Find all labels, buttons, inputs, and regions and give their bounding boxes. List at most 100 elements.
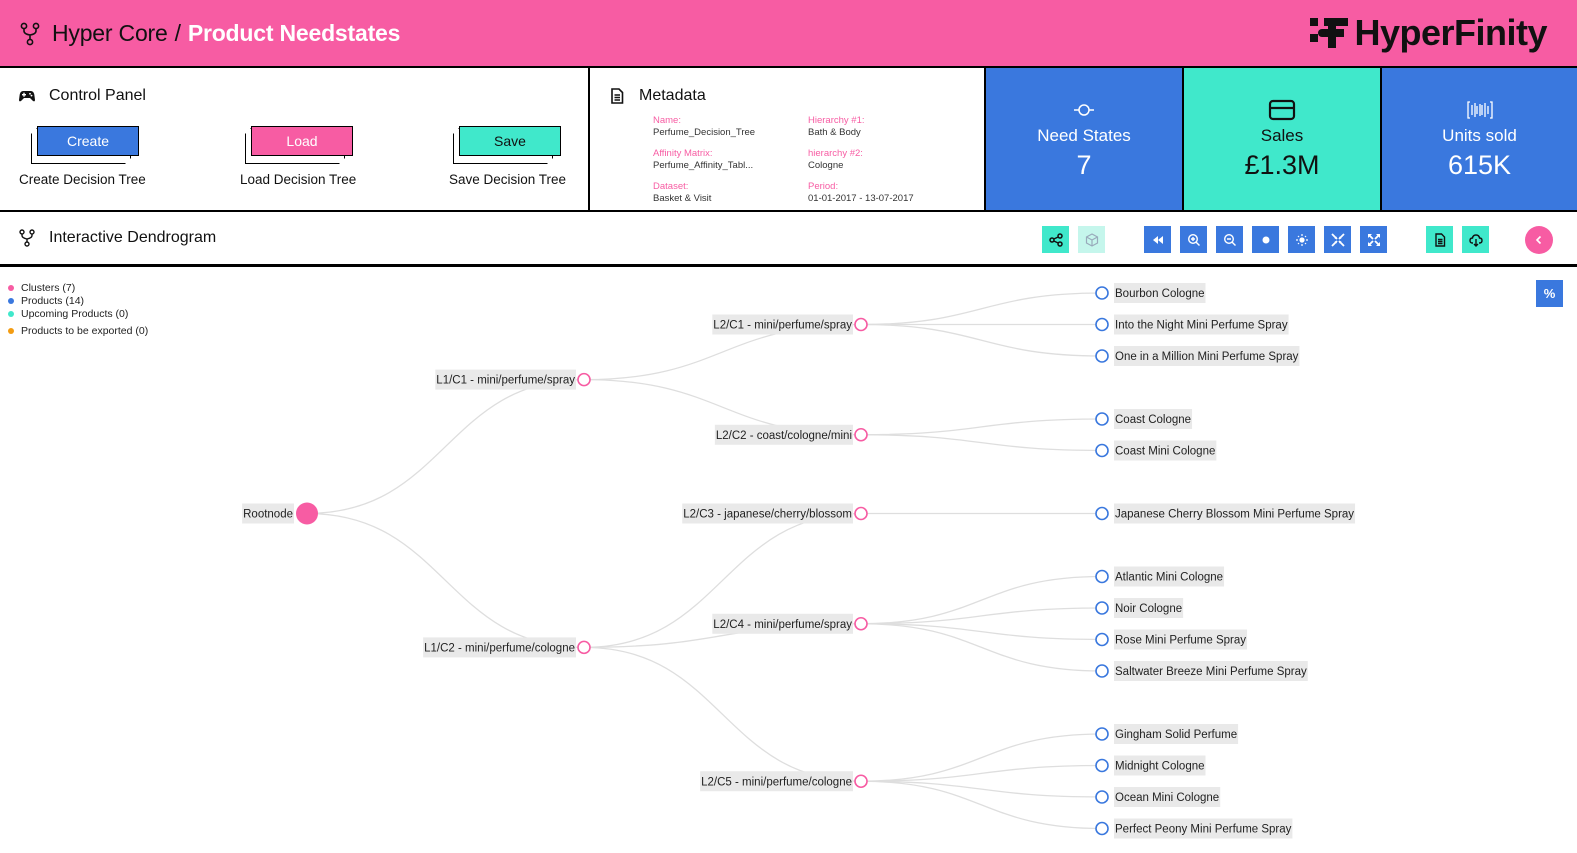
- collapse-button[interactable]: [1324, 226, 1351, 253]
- zoom-in-icon: [1187, 233, 1200, 246]
- cluster-node-circle[interactable]: [577, 372, 591, 387]
- metadata-title: Metadata: [609, 87, 706, 105]
- cluster-node-circle[interactable]: [854, 427, 868, 442]
- product-node-circle[interactable]: [1095, 286, 1109, 300]
- cluster-node-circle[interactable]: [577, 640, 591, 655]
- cluster-node[interactable]: L1/C2 - mini/perfume/cologne: [423, 637, 591, 658]
- create-button-wrap: Create: [31, 126, 139, 160]
- back-button[interactable]: [1525, 226, 1553, 254]
- kpi-label: Need States: [1037, 126, 1131, 145]
- node-label: Atlantic Mini Cologne: [1115, 572, 1223, 584]
- control-panel-title: Control Panel: [19, 87, 146, 105]
- product-node[interactable]: Coast Cologne: [1095, 409, 1193, 429]
- product-node[interactable]: Perfect Peony Mini Perfume Spray: [1095, 818, 1293, 839]
- product-node-circle[interactable]: [1095, 349, 1109, 363]
- cluster-node-circle[interactable]: [854, 506, 868, 521]
- product-node-circle[interactable]: [1095, 727, 1109, 741]
- cluster-node-circle[interactable]: [854, 774, 868, 789]
- package-button[interactable]: [1078, 226, 1105, 253]
- crosshair-icon: [1295, 233, 1308, 246]
- cluster-node[interactable]: L1/C1 - mini/perfume/spray: [435, 369, 591, 390]
- node-label: L1/C1 - mini/perfume/spray: [436, 375, 575, 387]
- branch-icon: [19, 229, 35, 247]
- tree-link: [583, 646, 862, 782]
- product-node[interactable]: Ocean Mini Cologne: [1095, 787, 1221, 807]
- product-node[interactable]: Japanese Cherry Blossom Mini Perfume Spr…: [1095, 503, 1356, 524]
- kpi-value: 7: [1076, 150, 1092, 180]
- focus-button[interactable]: [1288, 226, 1315, 253]
- cluster-node[interactable]: L2/C2 - coast/cologne/mini: [714, 424, 868, 445]
- cluster-node-circle[interactable]: [296, 502, 318, 525]
- cluster-node-circle[interactable]: [854, 317, 868, 332]
- rewind-icon: [1152, 235, 1163, 244]
- cluster-node[interactable]: L2/C1 - mini/perfume/spray: [712, 314, 868, 335]
- product-node[interactable]: Bourbon Cologne: [1095, 283, 1206, 303]
- load-button[interactable]: Load: [251, 126, 353, 156]
- dot-icon: [1262, 236, 1269, 243]
- brand-logo: HyperFinity: [1310, 12, 1547, 54]
- tree-link: [860, 323, 1103, 357]
- create-caption: Create Decision Tree: [19, 172, 146, 187]
- kpi-need-states: Need States 7: [986, 68, 1184, 210]
- breadcrumb-root[interactable]: Hyper Core: [52, 20, 168, 47]
- node-icon: [1074, 104, 1094, 116]
- root-node[interactable]: Rootnode: [242, 502, 318, 525]
- cluster-node[interactable]: L2/C5 - mini/perfume/cologne: [700, 771, 868, 792]
- product-node-circle[interactable]: [1095, 790, 1109, 804]
- cloud-download-icon: [1468, 233, 1483, 247]
- zoom-out-icon: [1223, 233, 1236, 246]
- kpi-label: Sales: [1260, 126, 1304, 145]
- node-label: Rootnode: [243, 509, 293, 521]
- product-node[interactable]: Noir Cologne: [1095, 598, 1184, 618]
- product-node-circle[interactable]: [1095, 317, 1109, 332]
- save-button[interactable]: Save: [459, 126, 561, 156]
- node-label: Coast Cologne: [1115, 414, 1191, 426]
- node-label: Coast Mini Cologne: [1115, 446, 1215, 458]
- share-button[interactable]: [1042, 226, 1069, 253]
- metadata-field: Name: Perfume_Decision_Tree: [653, 115, 756, 138]
- product-node[interactable]: Rose Mini Perfume Spray: [1095, 629, 1248, 650]
- product-node-circle[interactable]: [1095, 506, 1109, 521]
- expand-button[interactable]: [1360, 226, 1387, 253]
- load-caption: Load Decision Tree: [240, 172, 357, 187]
- zoom-out-button[interactable]: [1216, 226, 1243, 253]
- cluster-node[interactable]: L2/C4 - mini/perfume/spray: [712, 613, 868, 634]
- product-node[interactable]: Saltwater Breeze Mini Perfume Spray: [1095, 661, 1308, 681]
- tree-link: [860, 623, 1103, 672]
- product-node-circle[interactable]: [1095, 821, 1109, 836]
- dendrogram-canvas[interactable]: Rootnode L1/C1 - mini/perfume/spray L2/C1 …: [0, 270, 1577, 853]
- metadata-field: hierarchy #2: Cologne: [808, 148, 863, 171]
- product-node-circle[interactable]: [1095, 758, 1109, 773]
- product-node[interactable]: One in a Million Mini Perfume Spray: [1095, 346, 1300, 366]
- tree-link: [860, 623, 1103, 641]
- cluster-node-circle[interactable]: [854, 616, 868, 631]
- rewind-button[interactable]: [1144, 226, 1171, 253]
- product-node-circle[interactable]: [1095, 664, 1109, 678]
- product-node[interactable]: Into the Night Mini Perfume Spray: [1095, 314, 1289, 335]
- product-node[interactable]: Gingham Solid Perfume: [1095, 724, 1239, 744]
- create-button[interactable]: Create: [37, 126, 139, 156]
- product-node[interactable]: Midnight Cologne: [1095, 755, 1206, 776]
- zoom-in-button[interactable]: [1180, 226, 1207, 253]
- product-node-circle[interactable]: [1095, 601, 1109, 615]
- product-node-circle[interactable]: [1095, 632, 1109, 647]
- metadata-panel: Metadata Name: Perfume_Decision_Tree Hie…: [590, 68, 986, 210]
- node-label: Gingham Solid Perfume: [1115, 729, 1237, 741]
- cluster-node[interactable]: L2/C3 - japanese/cherry/blossom: [682, 503, 868, 524]
- center-button[interactable]: [1252, 226, 1279, 253]
- metadata-field: Period: 01-01-2017 - 13-07-2017: [808, 181, 914, 204]
- product-node-circle[interactable]: [1095, 569, 1109, 584]
- product-node[interactable]: Coast Mini Cologne: [1095, 440, 1217, 461]
- breadcrumb-separator: /: [174, 20, 181, 46]
- node-label: Noir Cologne: [1115, 603, 1182, 615]
- node-label: L2/C3 - japanese/cherry/blossom: [683, 509, 852, 521]
- tree-link: [860, 418, 1103, 436]
- product-node-circle[interactable]: [1095, 412, 1109, 426]
- tree-link: [860, 292, 1103, 326]
- report-button[interactable]: [1426, 226, 1453, 253]
- download-button[interactable]: [1462, 226, 1489, 253]
- node-label: Ocean Mini Cologne: [1115, 792, 1219, 804]
- product-node-circle[interactable]: [1095, 443, 1109, 458]
- product-node[interactable]: Atlantic Mini Cologne: [1095, 566, 1225, 587]
- tree-link: [860, 764, 1103, 782]
